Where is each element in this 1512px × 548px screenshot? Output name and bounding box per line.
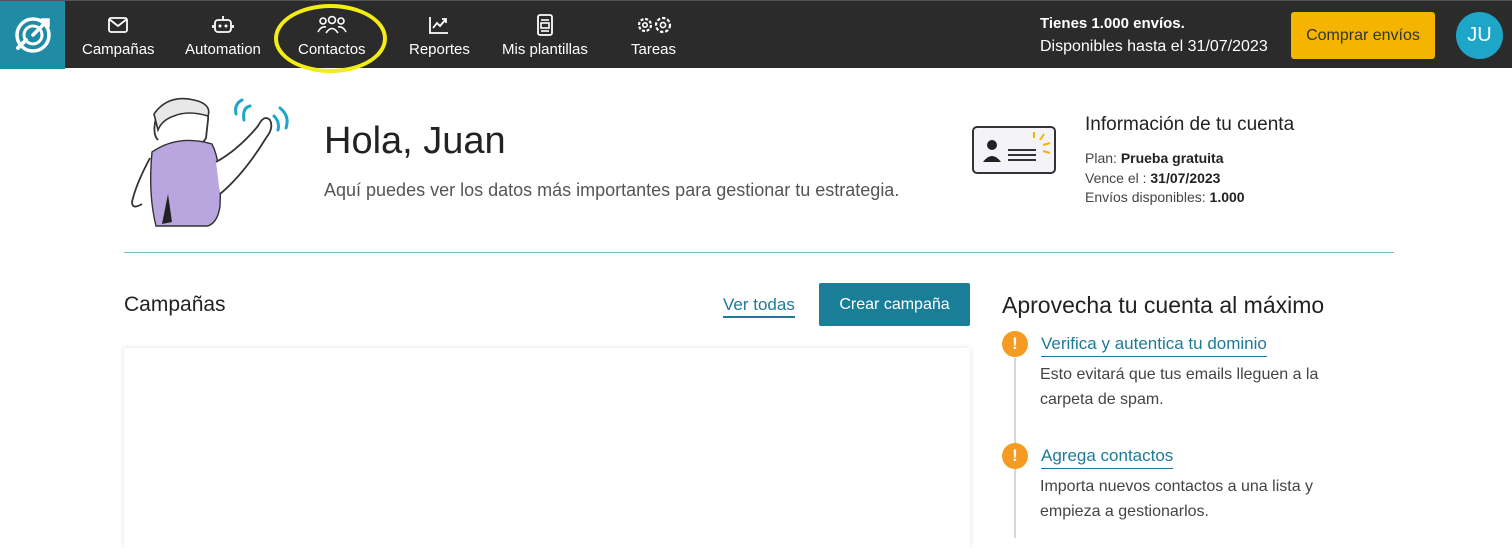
nav-label: Tareas xyxy=(631,41,677,58)
nav-label: Reportes xyxy=(409,41,470,58)
verify-domain-link[interactable]: Verifica y autentica tu dominio xyxy=(1041,334,1267,357)
warning-icon: ! xyxy=(1002,443,1028,469)
nav-label: Campañas xyxy=(82,41,155,58)
account-expiry: Vence el : 31/07/2023 xyxy=(1085,170,1221,186)
view-all-link[interactable]: Ver todas xyxy=(723,295,795,318)
account-plan: Plan: Prueba gratuita xyxy=(1085,150,1224,166)
add-contacts-link[interactable]: Agrega contactos xyxy=(1041,446,1174,469)
campaigns-card xyxy=(124,348,970,548)
top-navbar: Campañas Automation Contactos Reportes M… xyxy=(0,0,1512,69)
nav-mis-plantillas[interactable]: Mis plantillas xyxy=(502,13,588,63)
account-info-title: Información de tu cuenta xyxy=(1085,114,1295,135)
warning-icon: ! xyxy=(1002,331,1028,357)
waving-person-illustration xyxy=(131,97,289,227)
tips-title: Aprovecha tu cuenta al máximo xyxy=(1002,292,1325,318)
template-icon xyxy=(537,14,553,36)
nav-label: Contactos xyxy=(298,41,366,58)
tip-description: Importa nuevos contactos a una lista y e… xyxy=(1040,478,1314,520)
page-title: Hola, Juan xyxy=(324,120,506,162)
create-campaign-button[interactable]: Crear campaña xyxy=(819,283,970,326)
buy-sends-button[interactable]: Comprar envíos xyxy=(1291,12,1435,59)
account-sends: Envíos disponibles: 1.000 xyxy=(1085,189,1245,205)
robot-icon xyxy=(212,16,234,33)
chart-icon xyxy=(429,17,449,34)
avatar[interactable]: JU xyxy=(1456,12,1503,59)
id-card-icon xyxy=(972,126,1056,174)
logo[interactable] xyxy=(0,1,65,69)
divider xyxy=(124,252,1394,253)
nav-automation[interactable]: Automation xyxy=(185,13,261,63)
nav-tareas[interactable]: Tareas xyxy=(631,13,676,63)
nav-label: Mis plantillas xyxy=(502,41,588,58)
envios-info: Tienes 1.000 envíos. Disponibles hasta e… xyxy=(1040,15,1268,56)
users-icon xyxy=(317,15,347,34)
target-logo-icon xyxy=(14,17,51,53)
nav-label: Automation xyxy=(185,41,261,58)
tip-description: Esto evitará que tus emails lleguen a la… xyxy=(1040,366,1319,408)
nav-reportes[interactable]: Reportes xyxy=(409,13,470,63)
envios-count: Tienes 1.000 envíos. xyxy=(1040,15,1185,32)
nav-contactos[interactable]: Contactos xyxy=(298,13,366,63)
campaigns-title: Campañas xyxy=(124,293,226,316)
envios-expiry: Disponibles hasta el 31/07/2023 xyxy=(1040,38,1268,55)
page-subtitle: Aquí puedes ver los datos más importante… xyxy=(324,180,900,200)
nav-campanas[interactable]: Campañas xyxy=(82,13,155,63)
envelope-icon xyxy=(108,17,129,33)
gears-icon xyxy=(637,16,671,34)
